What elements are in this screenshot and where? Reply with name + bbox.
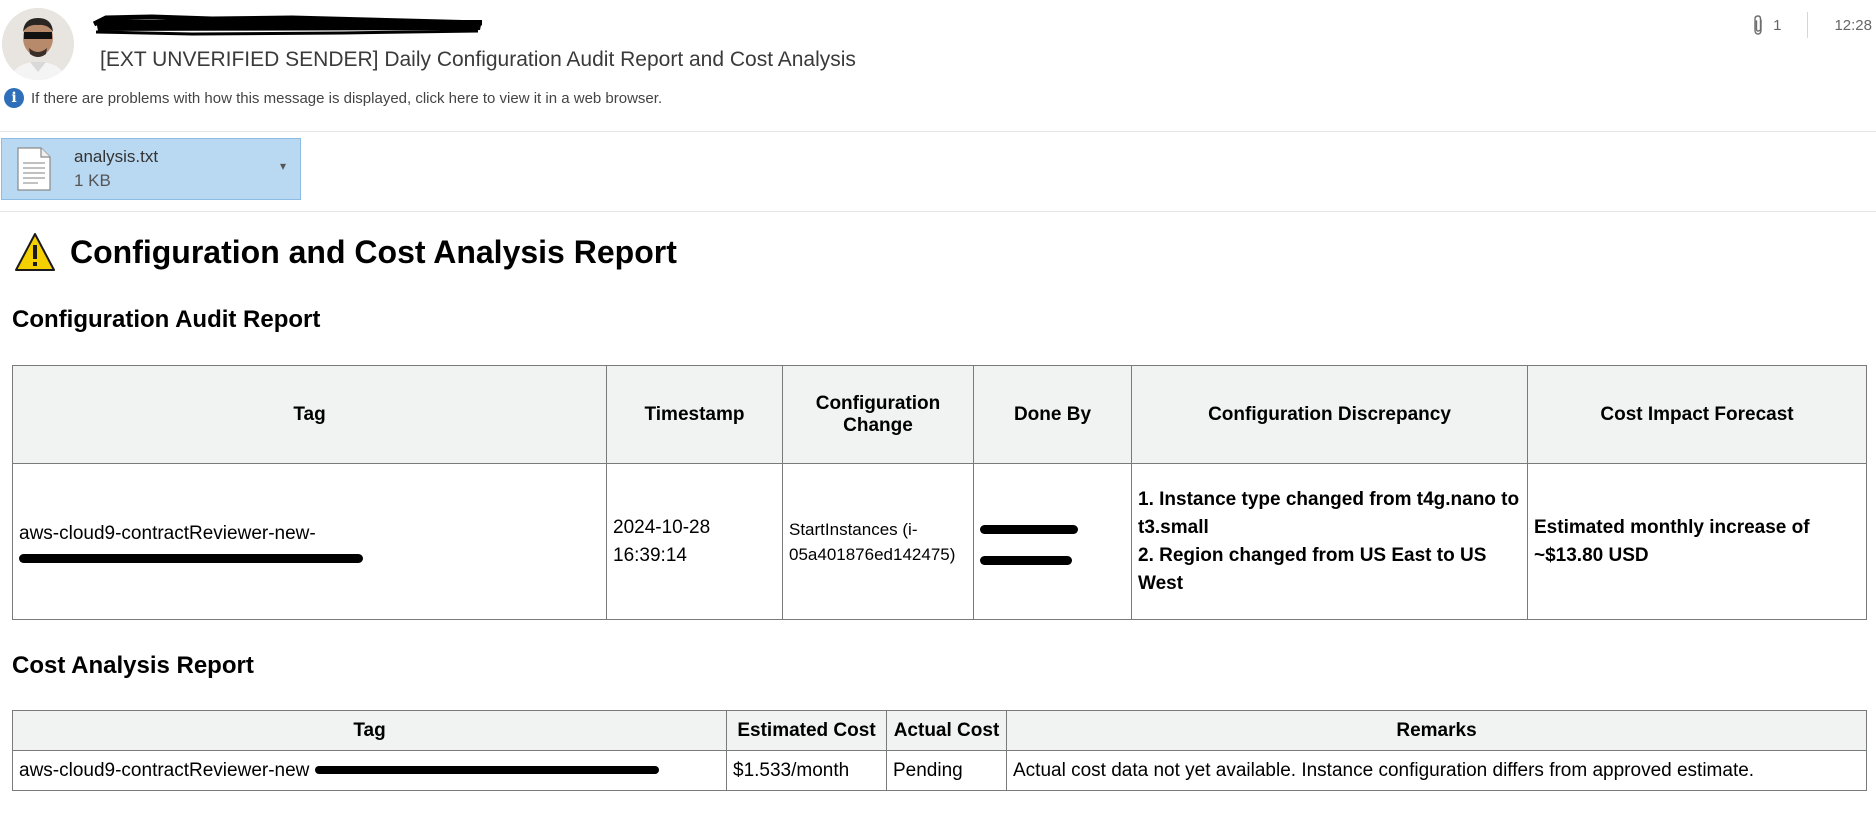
table-row: aws-cloud9-contractReviewer-new $1.533/m…: [12, 750, 1867, 791]
attachment-size: 1 KB: [74, 171, 111, 190]
table-row: aws-cloud9-contractReviewer-new- 2024-10…: [12, 463, 1867, 620]
cost-cell-actual: Pending: [886, 750, 1007, 791]
audit-cell-cost-impact-forecast: Estimated monthly increase of ~$13.80 US…: [1527, 463, 1867, 620]
header-meta: 1 12:28: [1751, 12, 1876, 38]
audit-col-configuration-change: Configuration Change: [782, 365, 974, 464]
audit-col-timestamp: Timestamp: [606, 365, 783, 464]
audit-col-done-by: Done By: [973, 365, 1132, 464]
cost-col-tag: Tag: [12, 710, 727, 751]
cost-col-estimated-cost: Estimated Cost: [726, 710, 887, 751]
attachment-filename: analysis.txt: [74, 147, 159, 166]
cost-report-heading: Cost Analysis Report: [12, 652, 254, 679]
attachment-analysis-txt[interactable]: analysis.txt 1 KB ▾: [1, 138, 301, 200]
email-subject: [EXT UNVERIFIED SENDER] Daily Configurat…: [100, 48, 856, 71]
list-item: 2. Region changed from US East to US Wes…: [1138, 544, 1487, 594]
avatar-portrait-icon: [2, 8, 74, 80]
audit-col-tag: Tag: [12, 365, 607, 464]
cost-header-row: Tag Estimated Cost Actual Cost Remarks: [12, 710, 1867, 751]
done-by-redacted-line-2: [980, 555, 1072, 565]
paperclip-icon: [1754, 15, 1762, 35]
message-header: [EXT UNVERIFIED SENDER] Daily Configurat…: [0, 0, 1876, 132]
tag-suffix-redacted: [19, 554, 363, 563]
attachment-bar: analysis.txt 1 KB ▾: [0, 132, 1876, 212]
display-problem-notice[interactable]: i If there are problems with how this me…: [4, 88, 662, 108]
discrepancy-list: 1. Instance type changed from t4g.nano t…: [1138, 486, 1521, 598]
cost-col-remarks: Remarks: [1006, 710, 1867, 751]
configuration-audit-table: Tag Timestamp Configuration Change Done …: [12, 365, 1867, 620]
cost-tag-suffix-redacted: [315, 766, 660, 775]
warning-icon: [15, 233, 55, 271]
cost-cell-estimated: $1.533/month: [726, 750, 887, 791]
report-title-text: Configuration and Cost Analysis Report: [70, 233, 677, 270]
audit-tag-text: aws-cloud9-contractReviewer-new-: [19, 523, 316, 544]
audit-col-configuration-discrepancy: Configuration Discrepancy: [1131, 365, 1528, 464]
cost-cell-remarks: Actual cost data not yet available. Inst…: [1006, 750, 1867, 791]
header-divider: [1807, 12, 1809, 38]
attachment-indicator[interactable]: 1: [1751, 14, 1807, 36]
info-icon: i: [4, 88, 24, 108]
list-item: 1. Instance type changed from t4g.nano t…: [1138, 488, 1520, 538]
audit-cell-tag: aws-cloud9-contractReviewer-new-: [12, 463, 607, 620]
audit-cell-timestamp: 2024-10-28 16:39:14: [606, 463, 783, 620]
attachment-meta: analysis.txt 1 KB: [74, 145, 158, 193]
sender-avatar[interactable]: [2, 8, 74, 80]
cost-analysis-table: Tag Estimated Cost Actual Cost Remarks a…: [12, 710, 1867, 791]
display-problem-text: If there are problems with how this mess…: [31, 89, 663, 107]
audit-col-cost-impact-forecast: Cost Impact Forecast: [1527, 365, 1867, 464]
audit-cell-done-by: [973, 463, 1132, 620]
attachment-count: 1: [1773, 16, 1782, 34]
audit-cell-configuration-discrepancy: 1. Instance type changed from t4g.nano t…: [1131, 463, 1528, 620]
text-file-icon: [17, 147, 51, 191]
received-time: 12:28: [1834, 16, 1872, 34]
cost-tag-text: aws-cloud9-contractReviewer-new: [19, 759, 310, 781]
cost-col-actual-cost: Actual Cost: [886, 710, 1007, 751]
cost-cell-tag: aws-cloud9-contractReviewer-new: [12, 750, 727, 791]
report-title: Configuration and Cost Analysis Report: [14, 232, 677, 272]
audit-report-heading: Configuration Audit Report: [12, 306, 321, 333]
sender-name-redacted: [92, 14, 483, 36]
audit-cell-configuration-change: StartInstances (i-05a401876ed142475): [782, 463, 974, 620]
attachment-menu-chevron-down-icon[interactable]: ▾: [280, 159, 286, 173]
done-by-redacted-line-1: [980, 524, 1078, 534]
audit-header-row: Tag Timestamp Configuration Change Done …: [12, 365, 1867, 464]
